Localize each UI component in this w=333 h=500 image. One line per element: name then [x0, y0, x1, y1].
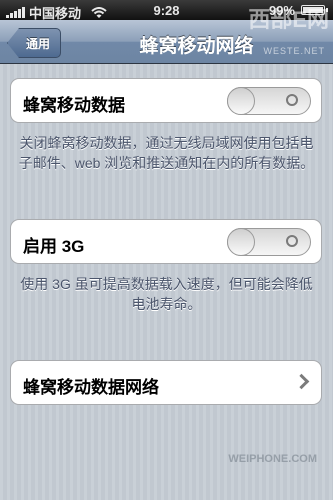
cellular-network-label: 蜂窝移动数据网络	[23, 378, 159, 397]
enable-3g-footnote: 使用 3G 虽可提高数据载入速度，但可能会降低电池寿命。	[20, 276, 313, 312]
toggle-knob[interactable]	[227, 228, 255, 256]
watermark-weiphone: WEIPHONE.COM	[228, 453, 317, 465]
watermark-url: WESTE.NET	[263, 46, 325, 56]
back-button[interactable]: 通用	[7, 28, 61, 58]
toggle-knob[interactable]	[227, 87, 255, 115]
cellular-data-label: 蜂窝移动数据	[23, 96, 125, 115]
enable-3g-row: 启用 3G	[10, 219, 322, 264]
enable-3g-label: 启用 3G	[23, 237, 85, 256]
cellular-data-toggle[interactable]	[227, 87, 311, 115]
toggle-off-indicator-icon	[286, 94, 298, 106]
chevron-right-icon	[293, 373, 310, 390]
cellular-data-row: 蜂窝移动数据	[10, 78, 322, 123]
cellular-network-row[interactable]: 蜂窝移动数据网络	[10, 360, 322, 405]
watermark-logo: 西部E网	[248, 7, 329, 32]
enable-3g-toggle[interactable]	[227, 228, 311, 256]
cellular-data-footnote: 关闭蜂窝移动数据，通过无线局域网使用包括电子邮件、web 浏览和推送通知在内的所…	[18, 135, 315, 171]
toggle-off-indicator-icon	[286, 235, 298, 247]
